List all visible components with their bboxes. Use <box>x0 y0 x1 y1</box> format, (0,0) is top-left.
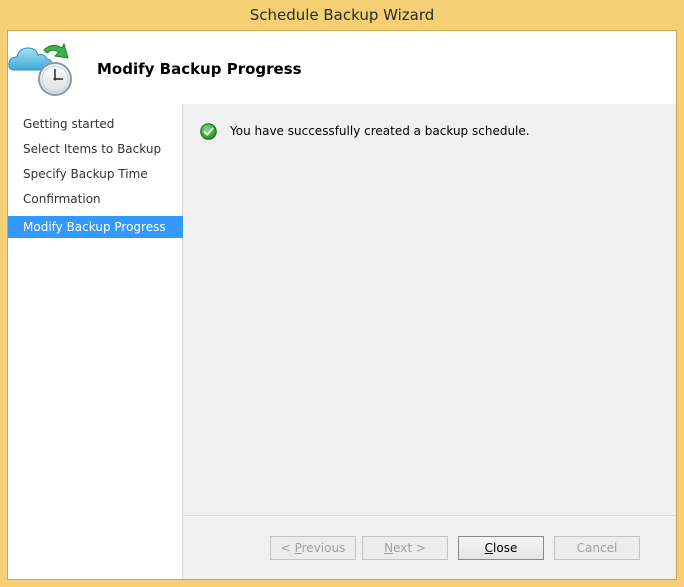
window-title: Schedule Backup Wizard <box>249 6 435 24</box>
cancel-button[interactable]: Cancel <box>554 536 640 560</box>
wizard-header: Modify Backup Progress <box>8 31 676 104</box>
sidebar-item-getting-started[interactable]: Getting started <box>8 113 183 135</box>
wizard-window: Schedule Backup Wizard Modify Backup Pro… <box>0 0 684 587</box>
backup-schedule-icon <box>8 42 72 96</box>
sidebar-item-confirmation[interactable]: Confirmation <box>8 188 183 210</box>
sidebar-item-modify-progress[interactable]: Modify Backup Progress <box>8 216 183 238</box>
status-message: You have successfully created a backup s… <box>230 124 530 138</box>
sidebar-item-select-items[interactable]: Select Items to Backup <box>8 138 183 160</box>
wizard-content: You have successfully created a backup s… <box>184 104 676 514</box>
wizard-footer: < Previous Next > Close Cancel <box>184 515 676 579</box>
wizard-steps-sidebar: Getting started Select Items to Backup S… <box>8 104 183 579</box>
page-title: Modify Backup Progress <box>97 60 302 78</box>
sidebar-item-specify-time[interactable]: Specify Backup Time <box>8 163 183 185</box>
success-check-icon <box>200 122 217 140</box>
previous-button[interactable]: < Previous <box>270 536 356 560</box>
next-button[interactable]: Next > <box>362 536 448 560</box>
wizard-client-area: Modify Backup Progress Getting started S… <box>7 30 677 580</box>
status-row: You have successfully created a backup s… <box>200 122 530 140</box>
close-button[interactable]: Close <box>458 536 544 560</box>
